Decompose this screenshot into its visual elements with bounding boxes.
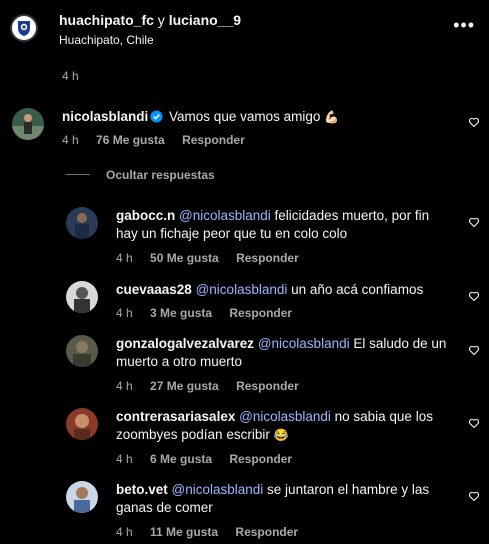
post-location[interactable]: Huachipato, Chile (59, 33, 154, 47)
reply-button[interactable]: Responder (229, 452, 292, 466)
mention-link[interactable]: @nicolasblandi (172, 482, 264, 497)
reply-button[interactable]: Responder (229, 306, 292, 320)
reply-meta: 4 h 3 Me gusta Responder (116, 306, 306, 320)
reply-text-line2: muerto a otro muerto (116, 354, 243, 369)
avatar[interactable] (66, 408, 98, 440)
reply-body: beto.vet @nicolasblandi se juntaron el h… (116, 481, 452, 517)
reply-username[interactable]: cuevaaas28 (116, 282, 192, 297)
reply-time[interactable]: 4 h (116, 452, 133, 466)
avatar-image (66, 481, 98, 513)
reply-likes[interactable]: 3 Me gusta (150, 306, 212, 320)
reply-button[interactable]: Responder (182, 133, 245, 147)
avatar-image (66, 335, 98, 367)
author-username[interactable]: huachipato_fc (59, 12, 154, 28)
avatar[interactable] (66, 481, 98, 513)
comment-meta: 4 h 76 Me gusta Responder (62, 133, 259, 147)
avatar[interactable] (66, 207, 98, 239)
reply-time[interactable]: 4 h (116, 379, 133, 393)
avatar-image (66, 408, 98, 440)
hide-replies-button[interactable]: Ocultar respuestas (106, 168, 215, 182)
reply-likes[interactable]: 50 Me gusta (150, 251, 219, 265)
reply-username[interactable]: gonzalogalvezalvarez (116, 336, 254, 351)
avatar-image (66, 281, 98, 313)
comment-time[interactable]: 4 h (62, 133, 79, 147)
reply-text-line1: El saludo de un (349, 336, 447, 351)
club-crest-icon (18, 21, 30, 36)
reply-meta: 4 h 6 Me gusta Responder (116, 452, 306, 466)
heart-icon[interactable] (468, 289, 480, 302)
mention-link[interactable]: @nicolasblandi (239, 409, 331, 424)
caption-timestamp: 4 h (62, 69, 79, 83)
reply-likes[interactable]: 6 Me gusta (150, 452, 212, 466)
hide-replies-divider (66, 174, 90, 175)
more-horizontal-icon[interactable]: ••• (453, 16, 475, 34)
reply-button[interactable]: Responder (236, 251, 299, 265)
mention-link[interactable]: @nicolasblandi (196, 282, 288, 297)
reply-username[interactable]: beto.vet (116, 482, 168, 497)
comment-emoji: 💪🏻 (324, 110, 340, 124)
reply-time[interactable]: 4 h (116, 306, 133, 320)
reply-meta: 4 h 27 Me gusta Responder (116, 379, 313, 393)
reply-text-line2: ganas de comer (116, 500, 213, 515)
avatar[interactable] (66, 335, 98, 367)
reply-time[interactable]: 4 h (116, 525, 133, 539)
reply-body: gabocc.n @nicolasblandi felicidades muer… (116, 207, 452, 243)
comment-body: nicolasblandi Vamos que vamos amigo 💪🏻 (62, 108, 339, 126)
post-authors[interactable]: huachipato_fc y luciano__9 (59, 12, 241, 28)
verified-badge-icon (150, 110, 163, 123)
reply-text-line2: hay un fichaje peor que tu en colo colo (116, 226, 348, 241)
reply-time[interactable]: 4 h (116, 251, 133, 265)
heart-icon[interactable] (468, 343, 480, 356)
mention-link[interactable]: @nicolasblandi (258, 336, 350, 351)
reply-button[interactable]: Responder (235, 525, 298, 539)
reply-text-line1: se juntaron el hambre y las (263, 482, 430, 497)
comment-likes[interactable]: 76 Me gusta (96, 133, 165, 147)
reply-username[interactable]: contrerasariasalex (116, 409, 235, 424)
heart-icon[interactable] (468, 416, 480, 429)
coauthor-username[interactable]: luciano__9 (169, 12, 241, 28)
reply-text-line2: zoombyes podían escribir (116, 427, 270, 442)
reply-body: contrerasariasalex @nicolasblandi no sab… (116, 408, 452, 444)
avatar[interactable] (66, 281, 98, 313)
reply-likes[interactable]: 11 Me gusta (150, 525, 218, 539)
reply-meta: 4 h 11 Me gusta Responder (116, 525, 312, 539)
reply-body: gonzalogalvezalvarez @nicolasblandi El s… (116, 335, 452, 371)
avatar-image (66, 207, 98, 239)
post-header: huachipato_fc y luciano__9 Huachipato, C… (0, 0, 489, 56)
comment-username[interactable]: nicolasblandi (62, 109, 148, 124)
avatar[interactable] (12, 108, 44, 140)
reply-emoji: 😂 (273, 428, 289, 442)
comment-text: Vamos que vamos amigo (169, 109, 321, 124)
reply-username[interactable]: gabocc.n (116, 208, 175, 223)
reply-text-line1: felicidades muerto, por fin (270, 208, 430, 223)
reply-body: cuevaaas28 @nicolasblandi un año acá con… (116, 281, 452, 299)
reply-meta: 4 h 50 Me gusta Responder (116, 251, 313, 265)
avatar-image (12, 108, 44, 140)
reply-button[interactable]: Responder (236, 379, 299, 393)
reply-text-line1: un año acá confiamos (287, 282, 424, 297)
heart-icon[interactable] (468, 115, 480, 128)
mention-link[interactable]: @nicolasblandi (179, 208, 271, 223)
authors-conjunction: y (153, 12, 169, 28)
reply-likes[interactable]: 27 Me gusta (150, 379, 219, 393)
heart-icon[interactable] (468, 489, 480, 502)
huachipato-logo-avatar[interactable] (10, 14, 38, 42)
heart-icon[interactable] (468, 215, 480, 228)
reply-text-line1: no sabia que los (330, 409, 433, 424)
